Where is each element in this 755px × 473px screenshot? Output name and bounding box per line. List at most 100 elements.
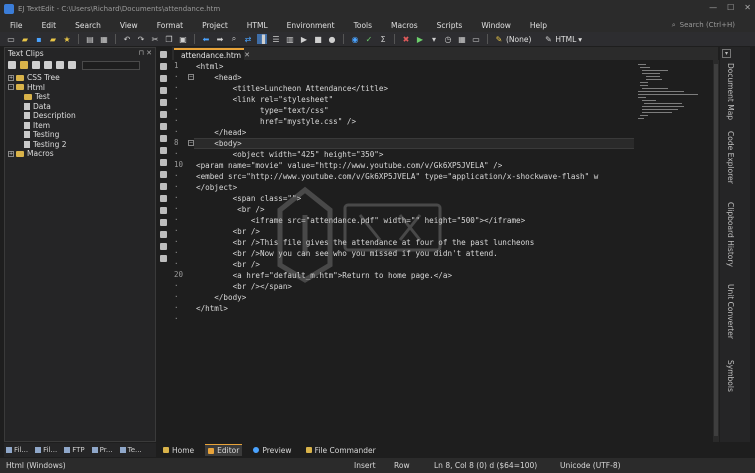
tool-icon[interactable] [160,123,167,130]
pen-style-select[interactable]: ✎ (None) [494,34,532,44]
tab-file-list[interactable]: Fil... [33,446,59,454]
fold-toggle-icon[interactable]: − [188,140,194,146]
tab-clipboard-history[interactable]: Clipboard History [726,202,735,267]
folder-icon[interactable]: ▰ [48,34,58,44]
maximize-icon[interactable]: ☐ [727,3,734,12]
language-select[interactable]: ✎ HTML ▾ [543,34,582,44]
menu-macros[interactable]: Macros [381,21,427,30]
tool-icon[interactable] [160,159,167,166]
collapse-icon[interactable]: - [8,84,14,91]
tool-icon[interactable] [160,243,167,250]
tab-projects[interactable]: Pr... [90,446,115,454]
tab-code-explorer[interactable]: Code Explorer [726,131,735,184]
tree-item-testing[interactable]: Testing [5,130,155,140]
tool-icon[interactable] [160,135,167,142]
tab-file-explorer[interactable]: Fil... [4,446,30,454]
status-row-mode[interactable]: Row [394,461,410,470]
tool-icon[interactable] [160,75,167,82]
tools-icon[interactable]: ✖ [401,34,411,44]
remove-icon[interactable] [68,61,76,69]
cut-icon[interactable]: ✂ [150,34,160,44]
list-icon[interactable]: ☰ [271,34,281,44]
close-icon[interactable]: ✕ [744,3,751,12]
tab-home[interactable]: Home [160,444,197,456]
folder-icon[interactable] [20,61,28,69]
tool-icon[interactable] [160,171,167,178]
tab-attendance[interactable]: attendance.htm ✕ [174,48,250,60]
sigma-icon[interactable]: Σ [378,34,388,44]
dropdown-icon[interactable]: ▾ [429,34,439,44]
record-icon[interactable]: ● [327,34,337,44]
clip-icon[interactable] [56,61,64,69]
expand-icon[interactable]: + [8,74,14,81]
play-macro-icon[interactable]: ▶ [299,34,309,44]
menu-help[interactable]: Help [520,21,556,30]
menu-search[interactable]: Search [65,21,110,30]
fold-toggle-icon[interactable]: − [188,74,194,80]
menu-tools[interactable]: Tools [344,21,381,30]
tree-item-css-tree[interactable]: + CSS Tree [5,73,155,83]
new-clip-icon[interactable] [8,61,16,69]
spell-check-icon[interactable]: ✓ [364,34,374,44]
tool-icon[interactable] [160,183,167,190]
editor-scrollbar[interactable] [713,60,719,442]
open-folder-icon[interactable]: ▰ [20,34,30,44]
minimap[interactable] [636,62,718,122]
tab-unit-converter[interactable]: Unit Converter [726,284,735,339]
dock-menu-icon[interactable]: ▾ [722,49,731,58]
close-tab-icon[interactable]: ✕ [244,51,250,59]
edit-icon[interactable] [32,61,40,69]
menu-window[interactable]: Window [471,21,520,30]
status-insert-mode[interactable]: Insert [354,461,376,470]
arrow-right-icon[interactable]: ➡ [215,34,225,44]
menu-view[interactable]: View [110,21,147,30]
menu-html[interactable]: HTML [237,21,277,30]
tab-file-commander[interactable]: File Commander [303,444,379,456]
window-icon[interactable]: ▭ [471,34,481,44]
expand-icon[interactable]: + [8,150,14,157]
clock-icon[interactable]: ◷ [443,34,453,44]
tab-ftp[interactable]: FTP [62,446,86,454]
tree-item-data[interactable]: Data [5,102,155,112]
new-file-icon[interactable]: ▭ [6,34,16,44]
menu-scripts[interactable]: Scripts [427,21,472,30]
save-icon[interactable]: ▪ [34,34,44,44]
columns-icon[interactable]: ▥ [285,34,295,44]
add-icon[interactable] [44,61,52,69]
tree-item-item[interactable]: Item [5,121,155,131]
tab-document-map[interactable]: Document Map [726,63,735,120]
tool-icon[interactable] [160,195,167,202]
tree-item-html[interactable]: - Html [5,83,155,93]
print-preview-icon[interactable]: ▦ [99,34,109,44]
redo-icon[interactable]: ↷ [136,34,146,44]
tab-editor[interactable]: Editor [205,444,243,456]
find-replace-icon[interactable]: ⇄ [243,34,253,44]
tool-icon[interactable] [160,111,167,118]
tree-item-testing-2[interactable]: Testing 2 [5,140,155,150]
toggle-view-icon[interactable]: ▐ [257,34,267,44]
status-encoding[interactable]: Unicode (UTF-8) [560,461,621,470]
star-icon[interactable]: ★ [62,34,72,44]
tree-item-macros[interactable]: + Macros [5,149,155,159]
undo-icon[interactable]: ↶ [122,34,132,44]
copy-icon[interactable]: ❐ [164,34,174,44]
find-icon[interactable]: ⌕ [229,34,239,44]
quick-search[interactable]: ⌕ Search (Ctrl+H) [672,18,735,32]
browser-icon[interactable]: ◉ [350,34,360,44]
menu-project[interactable]: Project [192,21,237,30]
tree-item-test[interactable]: Test [5,92,155,102]
stop-macro-icon[interactable]: ■ [313,34,323,44]
search-input[interactable]: Search (Ctrl+H) [680,21,735,29]
pin-icon[interactable]: ⊓ ✕ [138,49,152,57]
tool-icon[interactable] [160,219,167,226]
status-format[interactable]: Html (Windows) [6,461,66,470]
menu-file[interactable]: File [0,21,32,30]
minimize-icon[interactable]: — [709,3,717,12]
arrow-left-icon[interactable]: ⬅ [201,34,211,44]
filter-input[interactable] [82,60,140,70]
tree-item-description[interactable]: Description [5,111,155,121]
grid-icon[interactable]: ▦ [457,34,467,44]
menu-format[interactable]: Format [147,21,192,30]
menu-edit[interactable]: Edit [32,21,66,30]
tool-icon[interactable] [160,231,167,238]
